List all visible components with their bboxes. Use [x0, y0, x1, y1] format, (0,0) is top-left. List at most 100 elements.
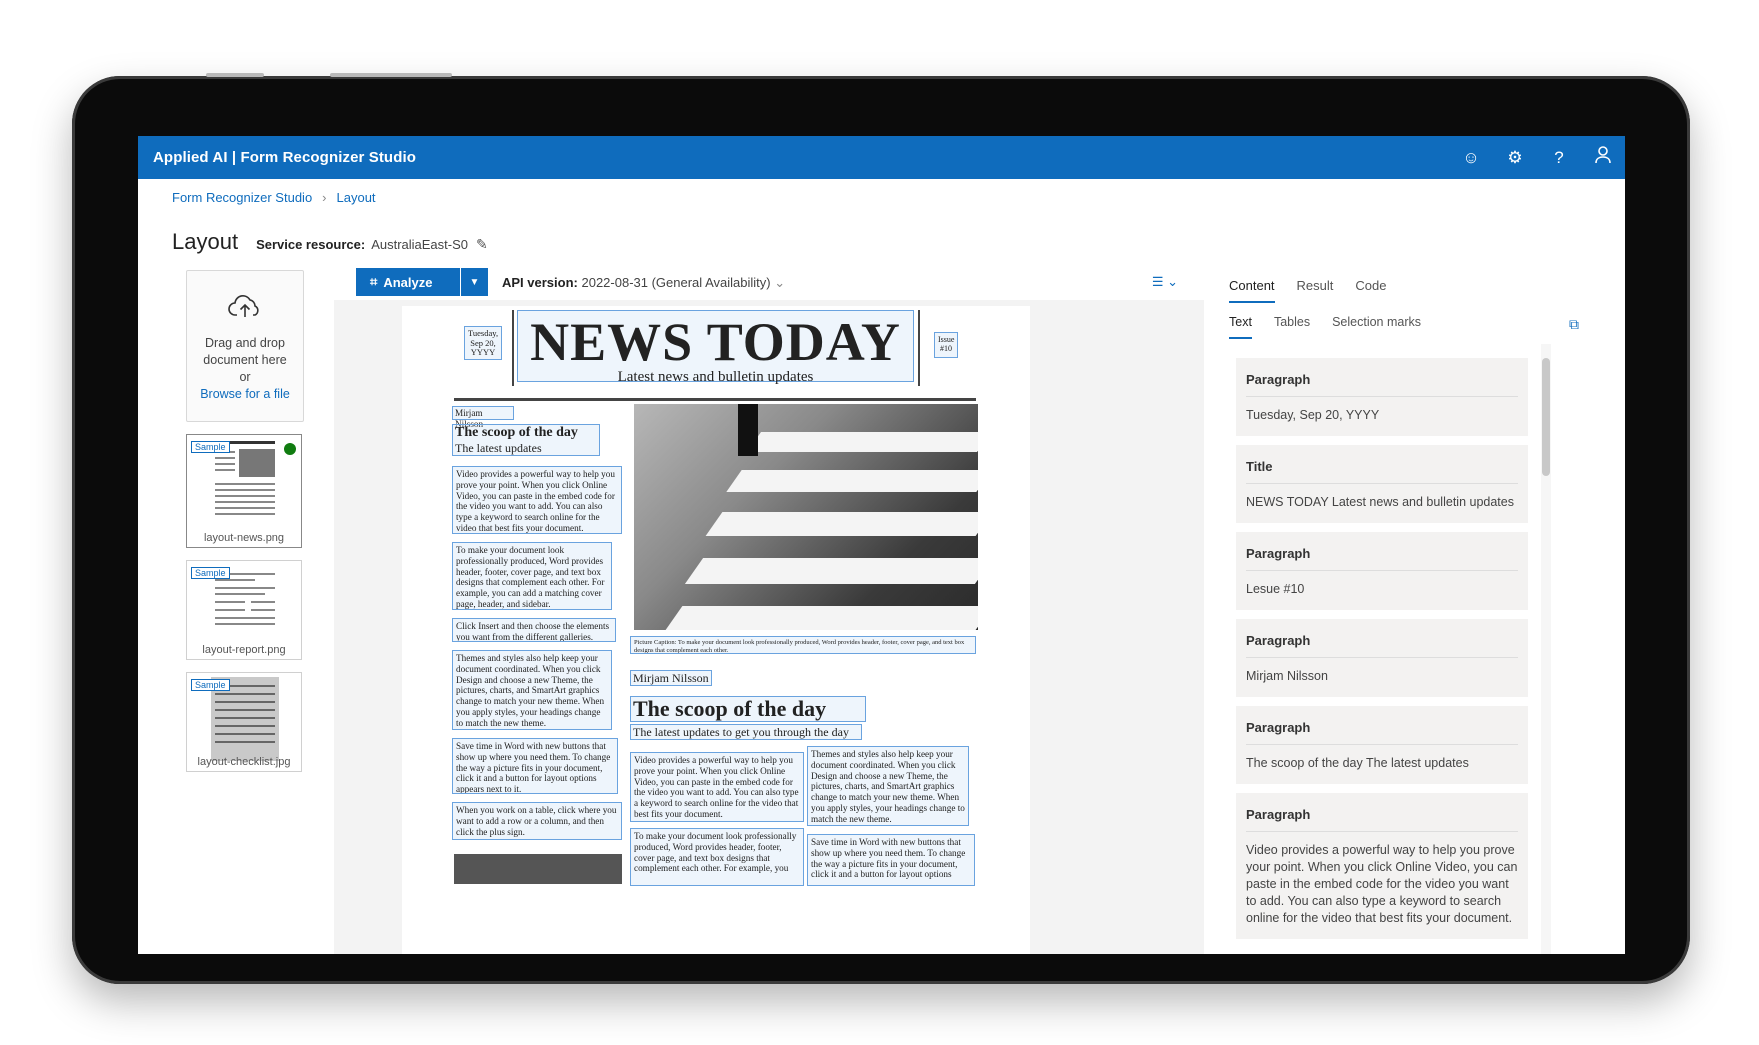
file-thumbnail[interactable]: Sample layout-report.png	[186, 560, 302, 660]
doc-paragraph: Save time in Word with new buttons that …	[452, 738, 618, 794]
doc-paragraph: When you work on a table, click where yo…	[452, 802, 622, 840]
doc-rule	[454, 398, 976, 401]
gear-icon[interactable]: ⚙	[1493, 148, 1537, 168]
sample-badge: Sample	[191, 679, 230, 691]
doc-title: NEWS TODAY	[530, 312, 901, 372]
doc-scoop: The scoop of the day	[455, 425, 578, 440]
content-card[interactable]: Paragraph Tuesday, Sep 20, YYYY	[1236, 358, 1528, 436]
photo-stripe	[746, 432, 978, 452]
device-button	[206, 73, 264, 77]
doc-scoop-2: The scoop of the day	[630, 696, 866, 722]
doc-author-2: Mirjam Nilsson	[630, 670, 712, 686]
tab-tables[interactable]: Tables	[1274, 315, 1310, 339]
page-title: Layout	[172, 229, 239, 254]
doc-title-block: NEWS TODAY Latest news and bulletin upda…	[517, 310, 914, 385]
viewer-toolbar: ⌗ Analyze ▼ API version: 2022-08-31 (Gen…	[334, 262, 1204, 300]
file-thumbnail[interactable]: Sample layout-news.png	[186, 434, 302, 548]
app-screen: Applied AI | Form Recognizer Studio ☺ ⚙ …	[138, 136, 1625, 954]
card-type: Paragraph	[1246, 720, 1518, 745]
cloud-upload-icon	[187, 293, 303, 325]
tab-content[interactable]: Content	[1229, 278, 1275, 303]
upload-dropzone[interactable]: Drag and drop document here or Browse fo…	[186, 270, 304, 422]
app-title: Applied AI | Form Recognizer Studio	[153, 149, 416, 166]
api-version-value: 2022-08-31 (General Availability)	[581, 275, 771, 290]
doc-latest-2: The latest updates to get you through th…	[630, 724, 862, 740]
top-bar: Applied AI | Form Recognizer Studio ☺ ⚙ …	[138, 136, 1625, 179]
results-panel: Content Result Code Text Tables Selectio…	[1219, 262, 1625, 954]
chevron-down-icon[interactable]: ▼	[460, 268, 488, 296]
upload-text-1: Drag and drop	[205, 336, 285, 350]
scrollbar[interactable]	[1541, 344, 1551, 954]
chevron-down-icon: ⌄	[774, 275, 786, 290]
tab-result[interactable]: Result	[1297, 278, 1334, 303]
content-card[interactable]: Paragraph Video provides a powerful way …	[1236, 793, 1528, 939]
card-text: NEWS TODAY Latest news and bulletin upda…	[1246, 495, 1514, 509]
content-card[interactable]: Paragraph Lesue #10	[1236, 532, 1528, 610]
upload-text-or: or	[239, 370, 251, 384]
doc-paragraph: To make your document look professionall…	[452, 542, 612, 610]
tab-code[interactable]: Code	[1355, 278, 1386, 303]
doc-paragraph: Themes and styles also help keep your do…	[807, 746, 969, 826]
page-heading: Layout Service resource: AustraliaEast-S…	[172, 229, 488, 255]
file-name: layout-checklist.jpg	[197, 756, 291, 768]
card-type: Paragraph	[1246, 633, 1518, 658]
chevron-right-icon: ›	[322, 190, 327, 205]
photo-stripe	[705, 512, 978, 536]
analyze-button[interactable]: ⌗ Analyze ▼	[356, 268, 488, 296]
doc-date: Tuesday, Sep 20, YYYY	[464, 326, 502, 360]
service-resource-value: AustraliaEast-S0	[371, 237, 469, 252]
browse-link[interactable]: Browse for a file	[187, 386, 303, 403]
breadcrumb-current[interactable]: Layout	[337, 190, 376, 205]
document-viewer: ⌗ Analyze ▼ API version: 2022-08-31 (Gen…	[334, 262, 1204, 954]
doc-divider	[512, 310, 514, 386]
card-text: The scoop of the day The latest updates	[1246, 756, 1469, 770]
file-thumbnail[interactable]: Sample layout-checklist.jpg	[186, 672, 302, 772]
doc-caption: Picture Caption: To make your document l…	[630, 636, 976, 654]
card-type: Paragraph	[1246, 372, 1518, 397]
card-type: Paragraph	[1246, 546, 1518, 571]
device-button	[330, 73, 452, 77]
status-dot	[284, 443, 296, 455]
card-text: Video provides a powerful way to help yo…	[1246, 843, 1518, 925]
content-subtabs: Text Tables Selection marks	[1229, 315, 1421, 339]
help-icon[interactable]: ?	[1537, 148, 1581, 168]
sample-badge: Sample	[191, 441, 230, 453]
doc-issue: Issue #10	[934, 332, 958, 358]
doc-paragraph: Video provides a powerful way to help yo…	[630, 752, 804, 822]
photo-stripe	[684, 558, 978, 584]
tab-text[interactable]: Text	[1229, 315, 1252, 339]
card-text: Mirjam Nilsson	[1246, 669, 1328, 683]
upload-text-2: document here	[203, 353, 287, 367]
user-icon[interactable]	[1581, 146, 1625, 169]
photo-stripe	[665, 606, 978, 630]
photo-stripe	[726, 470, 978, 492]
analyze-label: Analyze	[383, 274, 433, 290]
content-card[interactable]: Paragraph The scoop of the day The lates…	[1236, 706, 1528, 784]
doc-divider	[918, 310, 920, 386]
card-type: Paragraph	[1246, 807, 1518, 832]
content-card[interactable]: Title NEWS TODAY Latest news and bulleti…	[1236, 445, 1528, 523]
content-card[interactable]: Paragraph Mirjam Nilsson	[1236, 619, 1528, 697]
card-type: Title	[1246, 459, 1518, 484]
breadcrumb: Form Recognizer Studio › Layout	[172, 190, 376, 205]
header-icons: ☺ ⚙ ?	[1449, 136, 1625, 179]
doc-image	[454, 854, 622, 884]
copy-icon[interactable]: ⧉	[1569, 316, 1579, 333]
smiley-icon[interactable]: ☺	[1449, 148, 1493, 168]
scrollbar-thumb[interactable]	[1542, 358, 1550, 476]
doc-author: Mirjam Nilsson	[452, 406, 514, 429]
tab-selection-marks[interactable]: Selection marks	[1332, 315, 1421, 339]
doc-paragraph: Video provides a powerful way to help yo…	[452, 466, 622, 534]
layers-icon[interactable]: ☰ ⌄	[1152, 274, 1178, 290]
edit-pencil-icon[interactable]: ✎	[476, 236, 488, 253]
doc-paragraph: To make your document look professionall…	[630, 828, 804, 886]
file-name: layout-news.png	[203, 532, 285, 544]
result-tabs: Content Result Code	[1229, 278, 1386, 303]
file-name: layout-report.png	[202, 644, 286, 656]
breadcrumb-root[interactable]: Form Recognizer Studio	[172, 190, 312, 205]
doc-paragraph: Click Insert and then choose the element…	[452, 618, 616, 642]
photo-figure	[738, 404, 758, 456]
sample-badge: Sample	[191, 567, 230, 579]
doc-latest: The latest updates	[455, 441, 542, 455]
api-version[interactable]: API version: 2022-08-31 (General Availab…	[502, 275, 785, 291]
